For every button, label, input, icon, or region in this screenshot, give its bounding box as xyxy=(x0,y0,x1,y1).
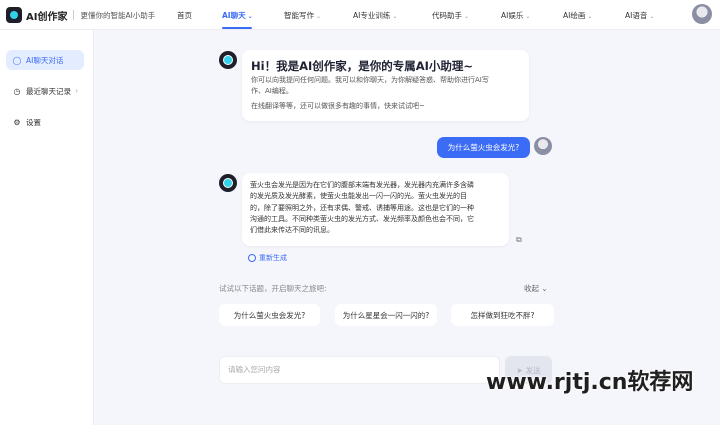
bot-avatar xyxy=(219,174,237,192)
answer-line: 萤火虫会发光是因为在它们的腹部末端有发光器，发光器内充满许多含磷 xyxy=(250,181,474,189)
sidebar: ◯ AI聊天对话 ◷ 最近聊天记录 › ⚙ 设置 xyxy=(0,30,94,425)
answer-line: 的发光质及发光酵素，使萤火虫能发出一闪一闪的光。萤火虫发光的目 xyxy=(250,192,467,201)
sidebar-item-label: 最近聊天记录 xyxy=(26,86,71,96)
nav-ai-training[interactable]: AI专业训练 ⌄ xyxy=(353,10,397,21)
welcome-text: 作、AI编程。 xyxy=(251,87,293,95)
logo-icon xyxy=(6,7,22,23)
user-avatar[interactable] xyxy=(692,4,712,24)
sidebar-item-ai-chat[interactable]: ◯ AI聊天对话 xyxy=(6,50,84,70)
refresh-icon xyxy=(248,254,256,262)
chevron-down-icon: ⌄ xyxy=(464,13,470,20)
nav-ai-painting[interactable]: AI绘画 ⌄ xyxy=(563,10,592,21)
copy-icon[interactable]: ⧉ xyxy=(516,235,525,244)
nav-label: AI绘画 xyxy=(563,11,586,20)
suggestion-chip[interactable]: 为什么星星会一闪一闪的? xyxy=(335,304,437,326)
answer-message: 萤火虫会发光是因为在它们的腹部末端有发光器，发光器内充满许多含磷 的发光质及发光… xyxy=(242,173,509,246)
suggestion-chip[interactable]: 为什么萤火虫会发光? xyxy=(219,304,320,326)
regenerate-label: 重新生成 xyxy=(259,254,287,262)
answer-line: 的，除了要照明之外，还有求偶、警戒、诱捕等用途。这也是它们的一种 xyxy=(250,203,474,212)
brand-logo[interactable]: AI创作家 更懂你的智能AI小助手 xyxy=(6,7,155,23)
watermark-text: www.rjtj.cn软荐网 xyxy=(486,370,694,395)
chevron-right-icon: › xyxy=(75,87,78,95)
sidebar-item-label: 设置 xyxy=(26,117,41,127)
nav-label: 智能写作 xyxy=(284,11,314,20)
divider xyxy=(73,10,75,20)
bot-avatar xyxy=(219,51,237,69)
nav-label: 首页 xyxy=(177,11,192,20)
user-message-avatar xyxy=(534,137,552,155)
nav-smart-writing[interactable]: 智能写作 ⌄ xyxy=(284,10,321,21)
message-input-box xyxy=(219,356,500,384)
answer-line: 沟通的工具。不同种类萤火虫的发光方式、发光频率及颜色也会不同，它 xyxy=(250,214,474,223)
chevron-down-icon: ⌄ xyxy=(587,13,593,20)
welcome-text: 你可以向我提问任何问题。我可以和你聊天，为你解疑答惑、帮助你进行AI写 xyxy=(251,76,489,84)
clock-icon: ◷ xyxy=(13,86,21,96)
answer-line: 们借此来传达不同的讯息。 xyxy=(250,226,334,235)
chevron-down-icon: ⌄ xyxy=(649,13,655,20)
chat-icon: ◯ xyxy=(12,55,22,65)
chevron-down-icon: ⌄ xyxy=(247,13,253,20)
nav-code-assistant[interactable]: 代码助手 ⌄ xyxy=(432,10,469,21)
welcome-message: Hi！我是AI创作家，是你的专属AI小助理~ 你可以向我提问任何问题。我可以和你… xyxy=(242,50,529,121)
nav-label: AI语音 xyxy=(625,11,648,20)
sidebar-item-settings[interactable]: ⚙ 设置 xyxy=(6,112,84,132)
collapse-button[interactable]: 收起 ⌄ xyxy=(524,283,548,294)
answer-text: 萤火虫会发光是因为在它们的腹部末端有发光器，发光器内充满许多含磷 的发光质及发光… xyxy=(250,180,503,236)
suggestion-chip[interactable]: 怎样做到狂吃不胖? xyxy=(451,304,554,326)
chevron-down-icon: ⌄ xyxy=(392,13,398,20)
nav-ai-chat[interactable]: AI聊天 ⌄ xyxy=(222,10,253,21)
user-message: 为什么萤火虫会发光? xyxy=(437,137,530,158)
gear-icon: ⚙ xyxy=(13,117,21,127)
nav-label: 代码助手 xyxy=(432,11,462,20)
message-input[interactable] xyxy=(228,365,488,374)
nav-label: AI聊天 xyxy=(222,11,246,20)
sidebar-item-recent-chats[interactable]: ◷ 最近聊天记录 › xyxy=(6,81,84,101)
welcome-text: 在线翻译等等，还可以做很多有趣的事情，快来试试吧~ xyxy=(251,102,425,110)
top-nav-bar: AI创作家 更懂你的智能AI小助手 首页 AI聊天 ⌄ 智能写作 ⌄ AI专业训练 ⌄… xyxy=(0,0,720,30)
suggestions-title: 试试以下话题，开启聊天之旅吧: xyxy=(219,284,327,293)
chevron-down-icon: ⌄ xyxy=(525,13,531,20)
brand-name: AI创作家 xyxy=(26,11,68,23)
nav-ai-voice[interactable]: AI语音 ⌄ xyxy=(625,10,654,21)
chevron-down-icon: ⌄ xyxy=(316,13,322,20)
chevron-down-icon: ⌄ xyxy=(541,284,548,293)
collapse-label: 收起 xyxy=(524,284,539,293)
sidebar-item-label: AI聊天对话 xyxy=(26,55,64,65)
nav-ai-entertainment[interactable]: AI娱乐 ⌄ xyxy=(501,10,530,21)
brand-slogan: 更懂你的智能AI小助手 xyxy=(80,10,156,20)
nav-label: AI娱乐 xyxy=(501,11,524,20)
welcome-title: Hi！我是AI创作家，是你的专属AI小助理~ xyxy=(251,59,474,73)
nav-label: AI专业训练 xyxy=(353,11,391,20)
regenerate-button[interactable]: 重新生成 xyxy=(248,253,287,263)
nav-home[interactable]: 首页 xyxy=(177,10,192,21)
active-tab-indicator xyxy=(222,27,252,29)
